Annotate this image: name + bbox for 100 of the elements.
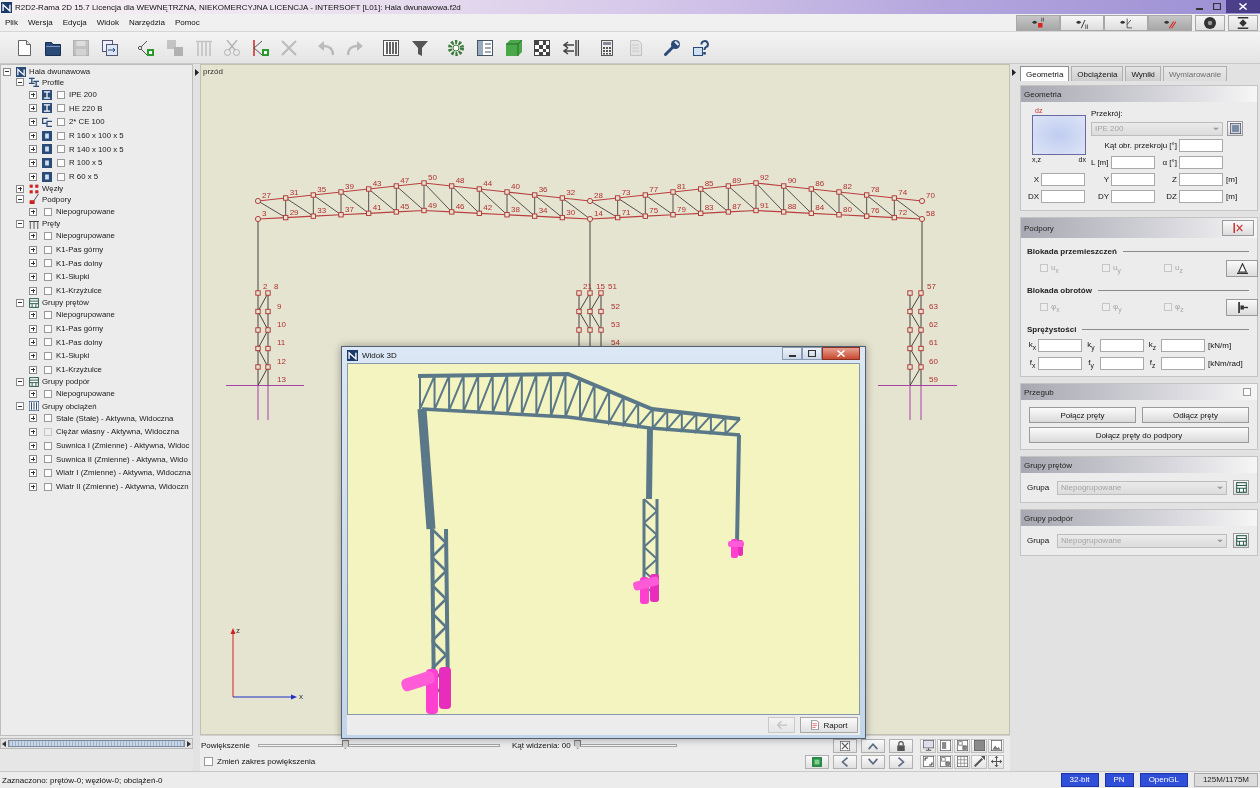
plus-box-icon[interactable] [29,286,37,295]
plus-box-icon[interactable] [29,117,37,126]
tab[interactable]: Obciążenia [1071,66,1124,81]
checkbox[interactable] [44,245,52,254]
action-button[interactable]: Dołącz pręty do podpory [1029,427,1249,443]
checkbox[interactable] [44,455,52,464]
plus-box-icon[interactable] [29,90,37,99]
checkbox[interactable] [44,441,52,450]
close-button[interactable] [822,347,860,360]
checkbox[interactable] [44,259,52,268]
input-field[interactable] [1161,356,1205,370]
checkbox[interactable] [204,757,213,766]
plus-box-icon[interactable] [29,158,37,167]
view-toggle-button[interactable] [1060,14,1104,31]
input-field[interactable] [1038,356,1082,370]
input-field[interactable] [1111,173,1155,186]
plus-box-icon[interactable] [29,145,37,154]
minus-box-icon[interactable] [16,298,24,307]
minus-box-icon[interactable] [16,78,24,87]
arrow-icon[interactable] [1012,69,1016,76]
checkbox[interactable] [44,324,52,333]
view-button[interactable] [937,754,953,769]
minus-box-icon[interactable] [16,377,24,386]
minus-box-icon[interactable] [16,402,24,410]
input-field[interactable] [1041,173,1085,186]
checkbox[interactable] [44,286,52,295]
checkbox[interactable] [57,104,65,113]
menu-item[interactable]: Plik [0,14,23,31]
plus-box-icon[interactable] [29,324,37,333]
checkbox[interactable] [44,468,52,477]
view-button[interactable] [954,754,970,769]
checkbox[interactable] [44,310,52,319]
tab[interactable]: Geometria [1020,66,1070,81]
remove-support-button[interactable] [1222,220,1254,236]
plus-box-icon[interactable] [29,131,37,140]
plus-box-icon[interactable] [16,184,24,193]
menu-item[interactable]: Pomoc [169,14,205,31]
minus-box-icon[interactable] [16,219,24,228]
plus-box-icon[interactable] [29,207,37,216]
view-button[interactable] [861,738,885,753]
menu-item[interactable]: Narzędzia [123,14,170,31]
view-button[interactable] [920,738,936,753]
action-button[interactable]: Odłącz pręty [1142,407,1249,423]
group-button[interactable] [1233,533,1249,548]
view-button[interactable] [889,738,913,753]
checkbox[interactable] [57,131,65,140]
arrow-right-icon[interactable] [187,740,191,747]
support-type-button[interactable] [1226,259,1258,277]
minimize-button[interactable] [782,347,802,360]
view-button[interactable] [971,754,987,769]
tab[interactable]: Wyniki [1125,66,1161,81]
view-button[interactable] [861,754,885,769]
view-toggle-button[interactable] [1016,14,1060,31]
input-field[interactable] [1179,190,1223,203]
checkbox[interactable] [44,231,52,240]
checkbox[interactable] [44,338,52,347]
action-button[interactable]: Połącz pręty [1029,407,1136,423]
plus-box-icon[interactable] [29,351,37,360]
arrow-left-icon[interactable] [2,740,6,747]
checkbox[interactable] [44,414,52,423]
input-field[interactable] [1038,338,1082,352]
minus-box-icon[interactable] [3,67,11,76]
view-toggle-button[interactable] [1104,14,1148,31]
view-toggle-button[interactable] [1195,14,1225,31]
support-type-button[interactable] [1226,298,1258,316]
input-field[interactable] [1111,190,1155,203]
checkbox[interactable] [57,90,65,99]
plus-box-icon[interactable] [29,365,37,374]
section-picker-button[interactable] [1227,121,1243,136]
plus-box-icon[interactable] [29,482,37,491]
plus-box-icon[interactable] [29,259,37,268]
checkbox[interactable] [44,272,52,281]
slider-thumb[interactable] [574,740,582,749]
view-button[interactable] [954,738,970,753]
plus-box-icon[interactable] [29,231,37,240]
checkbox[interactable] [44,482,52,491]
menu-item[interactable]: Edycja [57,14,92,31]
checkbox[interactable] [57,145,65,154]
group-button[interactable] [1233,480,1249,495]
horizontal-scrollbar[interactable] [0,738,193,749]
plus-box-icon[interactable] [29,441,37,450]
report-button[interactable]: Raport [800,717,858,733]
input-field[interactable] [1111,156,1155,169]
input-field[interactable] [1100,356,1144,370]
checkbox[interactable] [1243,388,1251,396]
view-button[interactable] [920,754,936,769]
plus-box-icon[interactable] [29,389,37,398]
input-field[interactable] [1041,190,1085,203]
close-button[interactable] [1226,0,1260,13]
view-toggle-button[interactable] [1228,14,1258,31]
slider-thumb[interactable] [341,740,349,749]
checkbox[interactable] [44,389,52,398]
view-toggle-button[interactable] [1148,14,1192,31]
plus-box-icon[interactable] [29,104,37,113]
view-button[interactable] [937,738,953,753]
maximize-button[interactable] [802,347,822,360]
view-button[interactable] [889,754,913,769]
menu-item[interactable]: Wersja [22,14,58,31]
input-field[interactable] [1161,338,1205,352]
checkbox[interactable] [44,365,52,374]
